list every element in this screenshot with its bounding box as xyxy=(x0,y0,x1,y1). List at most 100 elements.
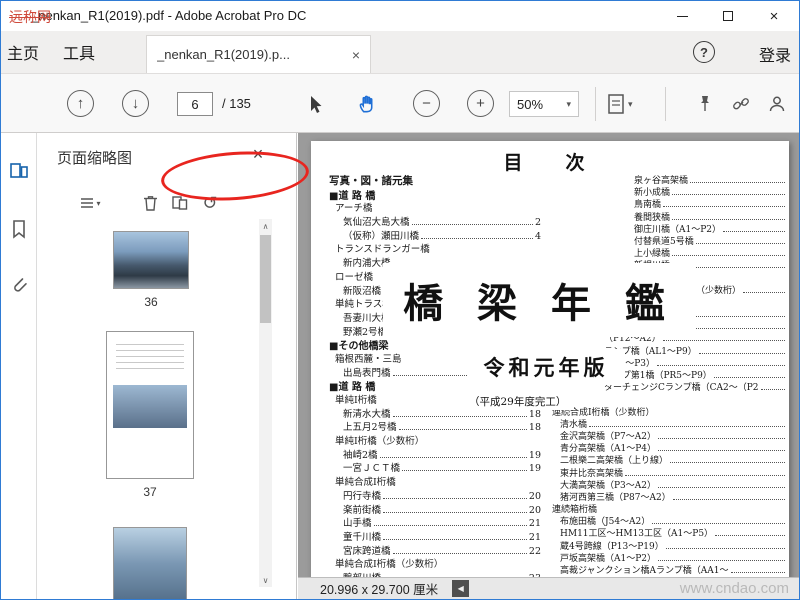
thumbnail-page-37[interactable]: 37 xyxy=(106,331,194,499)
toc-entry: 上五月2号橋 18 xyxy=(343,422,541,434)
bookmarks-panel-button[interactable] xyxy=(9,219,29,239)
link-icon xyxy=(733,98,749,110)
zoom-level-value: 50% xyxy=(517,96,544,112)
toc-entry: 鳥南橋 xyxy=(546,197,787,210)
toc-entry: 宮床跨道橋 22 xyxy=(343,545,541,557)
page-size-label: 20.996 x 29.700 厘米 xyxy=(320,583,439,597)
dot-leader xyxy=(698,352,785,354)
dot-leader xyxy=(743,291,785,293)
toc-entry: 大満高架橋（P3～A2） xyxy=(546,478,787,491)
bookmark-icon xyxy=(13,220,25,239)
dot-leader xyxy=(402,470,527,472)
toc-entry: 戸坂高架橋（A1～P2） xyxy=(546,551,787,564)
thumbnail-page-number: 36 xyxy=(144,295,158,309)
toc-entry: 連続箱桁橋 xyxy=(552,505,598,516)
dot-leader xyxy=(723,230,785,232)
next-page-button[interactable]: ↓ xyxy=(122,90,149,117)
page-display-dropdown[interactable]: ▾ xyxy=(607,89,647,119)
toc-entry xyxy=(546,392,787,404)
toc-entry: トランスドランガー橋 xyxy=(335,244,430,256)
scroll-up-icon[interactable]: ∧ xyxy=(259,219,272,233)
document-tab[interactable]: _nenkan_R1(2019).p... × xyxy=(146,35,371,73)
thumbnail-page-38[interactable] xyxy=(113,527,187,599)
close-button[interactable]: × xyxy=(751,1,797,31)
toc-entry: 東井比奈高架橋 xyxy=(546,466,787,479)
toc-entry: 円行寺橋 20 xyxy=(343,490,541,502)
watermark-topleft: 远称网 xyxy=(9,9,51,25)
hand-icon xyxy=(359,95,373,113)
zoom-level-dropdown[interactable]: 50% ▾ xyxy=(509,91,579,117)
zoom-out-button[interactable]: − xyxy=(413,90,440,117)
collapse-button[interactable]: ◀ xyxy=(452,580,470,597)
share-link-button[interactable] xyxy=(727,90,755,118)
document-edition: 令和元年版 xyxy=(467,349,625,385)
toc-entry: 養間狭橋 xyxy=(546,210,787,223)
dot-leader xyxy=(672,255,785,257)
dot-leader xyxy=(411,224,533,226)
scroll-down-icon[interactable]: ∨ xyxy=(259,573,272,587)
document-big-title: 橋 梁 年 鑑 xyxy=(383,263,695,337)
toc-entry: 新小成橋 xyxy=(546,185,787,198)
toc-entry: 連続合成Ⅰ桁橋（少数桁） xyxy=(552,407,655,418)
cursor-icon xyxy=(311,96,322,113)
attachments-panel-button[interactable] xyxy=(9,275,29,295)
tab-bar: 主页 工具 _nenkan_R1(2019).p... × ? 登录 xyxy=(1,31,799,73)
dot-leader xyxy=(672,218,785,220)
dot-leader xyxy=(379,456,527,458)
hand-tool-button[interactable] xyxy=(353,90,381,118)
maximize-button[interactable] xyxy=(705,1,751,31)
thumbnail-page-36[interactable]: 36 xyxy=(113,231,189,309)
toc-entry: 高裁ジャンクション橋Aランプ橋（AA1～ xyxy=(546,563,787,576)
previous-page-button[interactable]: ↑ xyxy=(67,90,94,117)
thumbnail-photo xyxy=(113,384,187,429)
dot-leader xyxy=(625,474,785,476)
select-tool-button[interactable] xyxy=(301,90,329,118)
zoom-in-button[interactable]: + xyxy=(467,90,494,117)
toc-entry: 一宮ＪＣＴ橋 19 xyxy=(343,463,541,475)
panel-scrollbar[interactable]: ∧ ∨ xyxy=(259,219,272,587)
dot-leader xyxy=(662,340,785,342)
arrow-up-icon: ↑ xyxy=(76,95,85,112)
dot-leader xyxy=(665,547,785,549)
dot-leader xyxy=(658,437,785,439)
toc-entry: 金沢高架橋（P7～A2） xyxy=(546,429,787,442)
toolbar-divider xyxy=(665,87,666,121)
watermark-bottomright: www.cndao.com xyxy=(679,580,789,597)
document-view: 目 次 写真・図・諸元集 ■道 路 橋 アーチ橋 気仙沼大島大橋 2 （仮称）瀬… xyxy=(298,133,799,599)
toc-entry: 布施田橋（J54～A2） xyxy=(546,514,787,527)
toc-entry: ■道 路 橋 xyxy=(329,190,376,202)
toc-entry: 二根樂二高架橋（上り線） xyxy=(546,453,787,466)
scrollbar-thumb[interactable] xyxy=(260,235,271,323)
options-list-icon xyxy=(81,198,94,208)
tab-home[interactable]: 主页 xyxy=(7,31,39,73)
dot-leader xyxy=(383,497,527,499)
dot-leader xyxy=(760,389,785,391)
dot-leader xyxy=(392,552,527,554)
fill-sign-button[interactable] xyxy=(763,90,791,118)
navigation-rail xyxy=(1,133,37,599)
pin-toolbar-button[interactable] xyxy=(691,90,719,118)
thumbnail-text-lines xyxy=(115,343,185,373)
window-controls: × xyxy=(659,1,797,31)
person-icon xyxy=(769,96,785,112)
sign-in-button[interactable]: 登录 xyxy=(759,42,791,66)
toolbar-divider xyxy=(595,87,596,121)
dot-leader xyxy=(670,462,785,464)
page-thumbnails-panel-button[interactable] xyxy=(9,161,29,181)
panel-close-icon[interactable]: × xyxy=(247,143,269,165)
page-number-input[interactable]: 6 xyxy=(177,92,213,116)
pdf-page: 目 次 写真・図・諸元集 ■道 路 橋 アーチ橋 気仙沼大島大橋 2 （仮称）瀬… xyxy=(311,141,789,579)
dot-leader xyxy=(672,194,785,196)
dot-leader xyxy=(658,559,785,561)
dot-leader xyxy=(730,572,785,573)
main-toolbar: ↑ ↓ 6 / 135 − + 50% ▾ ▾ xyxy=(1,73,799,206)
chevron-down-icon: ▾ xyxy=(96,198,101,208)
toc-entry: 袖崎2橋 19 xyxy=(343,449,541,461)
help-icon[interactable]: ? xyxy=(693,41,715,63)
document-edition-note: （平成29年度完工） xyxy=(461,393,575,410)
plus-icon: + xyxy=(476,95,485,112)
thumbnail-image xyxy=(106,331,194,479)
minimize-button[interactable] xyxy=(659,1,705,31)
tab-tools[interactable]: 工具 xyxy=(63,31,95,73)
document-tab-close-icon[interactable]: × xyxy=(352,47,360,63)
